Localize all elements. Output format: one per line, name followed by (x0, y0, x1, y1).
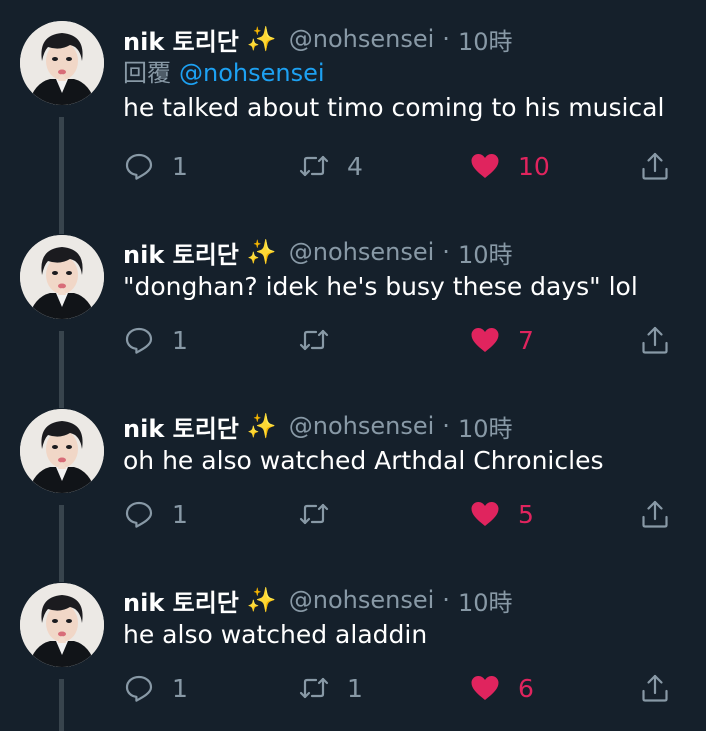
tweet-timestamp[interactable]: 10時 (458, 235, 513, 270)
retweet-icon (299, 677, 329, 699)
retweet-button[interactable]: 1 (298, 668, 363, 708)
reply-button[interactable]: 1 (123, 146, 188, 186)
tweet-timestamp[interactable]: 10時 (458, 22, 513, 57)
reply-icon (125, 153, 153, 180)
reply-button[interactable]: 1 (123, 668, 188, 708)
like-button[interactable]: 7 (469, 320, 534, 360)
reply-handle-link[interactable]: @nohsensei (179, 59, 325, 87)
like-button[interactable]: 6 (469, 668, 534, 708)
reply-context: 回覆 @nohsensei (123, 56, 686, 90)
retweet-button[interactable] (298, 320, 347, 360)
reply-icon (125, 501, 153, 528)
tweet-thread: nik 토리단 ✨ @nohsensei · 10時 回覆 @nohsensei … (0, 0, 706, 731)
tweet-actions: 1 1 6 (123, 668, 683, 708)
like-button[interactable]: 10 (469, 146, 550, 186)
thread-connector-line (59, 679, 64, 731)
like-count: 5 (518, 499, 534, 529)
tweet[interactable]: nik 토리단 ✨ @nohsensei · 10時 oh he also wa… (0, 379, 706, 582)
retweet-icon (299, 329, 329, 351)
retweet-count: 4 (347, 151, 363, 181)
heart-icon (471, 502, 499, 526)
separator-dot: · (442, 25, 450, 53)
tweet-text: he also watched aladdin (123, 620, 428, 649)
heart-icon (471, 328, 499, 352)
heart-icon (471, 676, 499, 700)
sparkle-icon: ✨ (246, 586, 277, 614)
tweet-content: nik 토리단 ✨ @nohsensei · 10時 oh he also wa… (123, 409, 686, 479)
reply-icon (125, 327, 153, 354)
tweet-header: nik 토리단 ✨ @nohsensei · 10時 (123, 235, 686, 269)
author-name[interactable]: nik 토리단 (123, 22, 239, 57)
author-handle[interactable]: @nohsensei (289, 25, 435, 53)
reply-count: 1 (172, 673, 188, 703)
tweet-actions: 1 7 (123, 320, 683, 360)
tweet-text: oh he also watched Arthdal Chronicles (123, 446, 604, 475)
tweet-content: nik 토리단 ✨ @nohsensei · 10時 回覆 @nohsensei … (123, 22, 686, 126)
sparkle-icon: ✨ (246, 412, 277, 440)
reply-button[interactable]: 1 (123, 494, 188, 534)
retweet-button[interactable] (298, 494, 347, 534)
author-handle[interactable]: @nohsensei (289, 412, 435, 440)
sparkle-icon: ✨ (246, 238, 277, 266)
tweet-actions: 1 5 (123, 494, 683, 534)
retweet-button[interactable]: 4 (298, 146, 363, 186)
reply-icon (125, 675, 153, 702)
share-icon (642, 674, 668, 702)
like-count: 7 (518, 325, 534, 355)
tweet[interactable]: nik 토리단 ✨ @nohsensei · 10時 he also watch… (0, 553, 706, 731)
tweet-header: nik 토리단 ✨ @nohsensei · 10時 (123, 409, 686, 443)
avatar[interactable] (20, 235, 104, 319)
avatar[interactable] (20, 21, 104, 105)
like-count: 10 (518, 151, 550, 181)
like-count: 6 (518, 673, 534, 703)
like-button[interactable]: 5 (469, 494, 534, 534)
retweet-count: 1 (347, 673, 363, 703)
share-icon (642, 326, 668, 354)
author-handle[interactable]: @nohsensei (289, 238, 435, 266)
share-button[interactable] (639, 146, 671, 186)
reply-button[interactable]: 1 (123, 320, 188, 360)
tweet[interactable]: nik 토리단 ✨ @nohsensei · 10時 "donghan? ide… (0, 205, 706, 408)
tweet-text: "donghan? idek he's busy these days" lol (123, 272, 638, 301)
tweet[interactable]: nik 토리단 ✨ @nohsensei · 10時 回覆 @nohsensei … (0, 0, 706, 234)
tweet-content: nik 토리단 ✨ @nohsensei · 10時 he also watch… (123, 583, 686, 653)
tweet-content: nik 토리단 ✨ @nohsensei · 10時 "donghan? ide… (123, 235, 686, 305)
portrait-avatar-icon (20, 583, 104, 667)
tweet-actions: 1 4 10 (123, 146, 683, 186)
author-handle[interactable]: @nohsensei (289, 586, 435, 614)
share-icon (642, 500, 668, 528)
tweet-header: nik 토리단 ✨ @nohsensei · 10時 (123, 583, 686, 617)
separator-dot: · (442, 586, 450, 614)
author-name[interactable]: nik 토리단 (123, 409, 239, 444)
retweet-icon (299, 503, 329, 525)
portrait-avatar-icon (20, 21, 104, 105)
tweet-header: nik 토리단 ✨ @nohsensei · 10時 (123, 22, 686, 56)
avatar[interactable] (20, 583, 104, 667)
retweet-icon (299, 155, 329, 177)
separator-dot: · (442, 238, 450, 266)
separator-dot: · (442, 412, 450, 440)
share-button[interactable] (639, 668, 671, 708)
tweet-timestamp[interactable]: 10時 (458, 409, 513, 444)
share-button[interactable] (639, 320, 671, 360)
tweet-timestamp[interactable]: 10時 (458, 583, 513, 618)
share-button[interactable] (639, 494, 671, 534)
reply-label: 回覆 (123, 59, 171, 87)
tweet-text: he talked about timo coming to his music… (123, 93, 665, 122)
reply-count: 1 (172, 325, 188, 355)
share-icon (642, 152, 668, 180)
avatar[interactable] (20, 409, 104, 493)
author-name[interactable]: nik 토리단 (123, 235, 239, 270)
reply-count: 1 (172, 499, 188, 529)
sparkle-icon: ✨ (246, 25, 277, 53)
portrait-avatar-icon (20, 409, 104, 493)
author-name[interactable]: nik 토리단 (123, 583, 239, 618)
reply-count: 1 (172, 151, 188, 181)
heart-icon (471, 154, 499, 178)
portrait-avatar-icon (20, 235, 104, 319)
